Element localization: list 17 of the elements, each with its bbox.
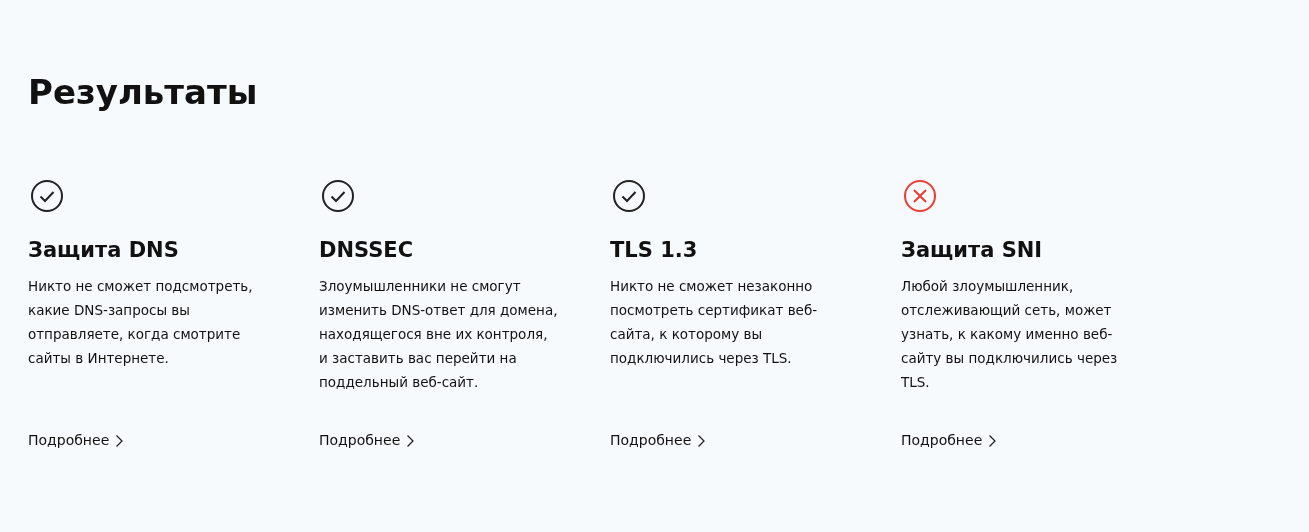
chevron-right-icon (115, 433, 125, 448)
more-link[interactable]: Подробнее (319, 430, 416, 452)
result-heading: Защита DNS (28, 236, 180, 264)
chevron-right-icon (697, 433, 707, 448)
result-description: Любой злоумышленник, отслеживающий сеть, может узнать, к какому именно веб-сайту вы подключились через TLS. (901, 277, 1119, 393)
result-heading: DNSSEC (319, 236, 415, 264)
result-heading: Защита SNI (901, 236, 1044, 264)
page-title: Результаты (28, 72, 259, 113)
more-link[interactable]: Подробнее (610, 430, 707, 452)
more-link[interactable]: Подробнее (901, 430, 998, 452)
more-link[interactable]: Подробнее (28, 430, 125, 452)
chevron-right-icon (988, 433, 998, 448)
result-description: Злоумышленники не смогут изменить DNS-ответ для домена, находящегося вне их контроля, и заставить вас перейти на поддельный веб-сайт. (319, 277, 559, 393)
chevron-right-icon (406, 433, 416, 448)
result-heading: TLS 1.3 (610, 236, 699, 264)
result-description: Никто не сможет незаконно посмотреть сертификат веб-сайта, к которому вы подключились через TLS. (610, 277, 819, 369)
result-description: Никто не сможет подсмотреть, какие DNS-запросы вы отправляете, когда смотрите сайты в Интернете. (28, 277, 254, 369)
